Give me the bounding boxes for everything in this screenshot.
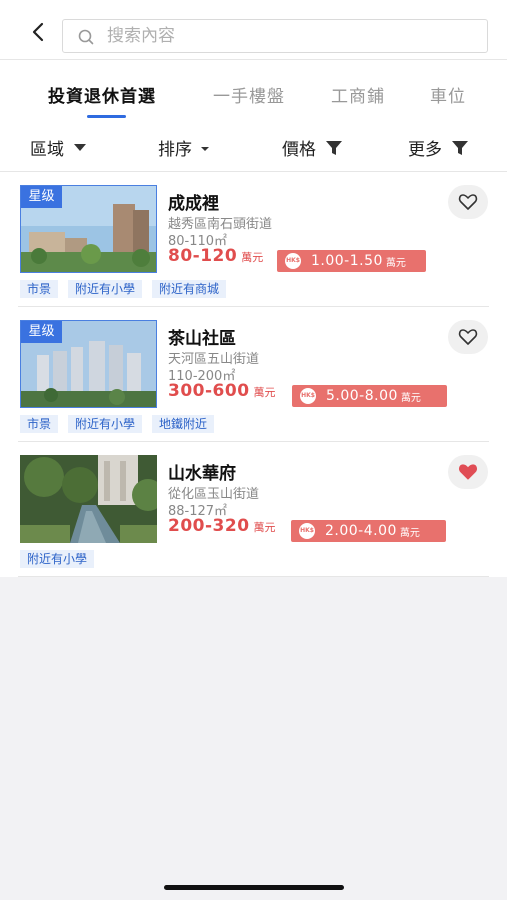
caret-down-icon xyxy=(74,144,86,151)
price-unit: 萬元 xyxy=(253,521,276,534)
property-photo: 星级 xyxy=(20,320,157,408)
header: 投資退休首選 一手樓盤 工商鋪 車位 區域 排序 價格 更多 xyxy=(0,0,507,172)
budget-badge: HK$ 5.00-8.00 萬元 xyxy=(292,385,447,407)
home-indicator xyxy=(164,885,344,890)
heart-filled-icon xyxy=(459,464,477,480)
filter-sort[interactable]: 排序 xyxy=(158,135,209,160)
favorite-button[interactable] xyxy=(448,320,488,354)
category-tabs: 投資退休首選 一手樓盤 工商鋪 車位 xyxy=(0,60,507,122)
budget-badge: HK$ 2.00-4.00 萬元 xyxy=(291,520,446,542)
budget-value: 1.00-1.50 xyxy=(311,253,383,269)
price-range: 300-600 萬元 xyxy=(168,381,276,401)
tag-list: 市景 附近有小學 地鐵附近 xyxy=(20,415,224,433)
filter-funnel-icon xyxy=(452,140,468,155)
price-range: 200-320 萬元 xyxy=(168,516,276,536)
favorite-button[interactable] xyxy=(448,455,488,489)
tag-list: 市景 附近有小學 附近有商城 xyxy=(20,280,236,298)
heart-outline-icon xyxy=(458,329,478,345)
filter-price[interactable]: 價格 xyxy=(282,135,342,160)
price-value: 80-120 xyxy=(168,246,238,266)
active-tab-indicator xyxy=(87,115,126,118)
hkd-icon: HK$ xyxy=(299,523,315,539)
tab-investment-retirement[interactable]: 投資退休首選 xyxy=(48,82,156,107)
budget-unit: 萬元 xyxy=(399,527,420,539)
caret-down-small-icon xyxy=(201,147,209,151)
favorite-button[interactable] xyxy=(448,185,488,219)
property-photo xyxy=(20,455,157,543)
tag: 市景 xyxy=(20,415,59,433)
tag: 市景 xyxy=(20,280,59,298)
property-name[interactable]: 成成裡 xyxy=(168,189,219,214)
filter-funnel-icon xyxy=(326,140,342,155)
tab-new-developments[interactable]: 一手樓盤 xyxy=(213,82,285,107)
tag: 附近有商城 xyxy=(152,280,227,298)
back-arrow-icon[interactable] xyxy=(28,22,48,42)
search-input[interactable] xyxy=(107,24,477,48)
budget-unit: 萬元 xyxy=(385,257,406,269)
price-value: 200-320 xyxy=(168,516,250,536)
budget-unit: 萬元 xyxy=(400,392,421,404)
tag: 附近有小學 xyxy=(68,415,143,433)
price-range: 80-120 萬元 xyxy=(168,246,263,266)
price-unit: 萬元 xyxy=(253,386,276,399)
tag-list: 附近有小學 xyxy=(20,550,104,568)
budget-value: 5.00-8.00 xyxy=(326,388,398,404)
budget-badge: HK$ 1.00-1.50 萬元 xyxy=(277,250,426,272)
property-name[interactable]: 茶山社區 xyxy=(168,324,236,349)
hkd-icon: HK$ xyxy=(285,253,301,269)
star-badge: 星级 xyxy=(21,186,62,208)
filter-region-label: 區域 xyxy=(30,140,64,160)
filter-region[interactable]: 區域 xyxy=(30,135,86,160)
price-unit: 萬元 xyxy=(241,251,264,264)
search-bar xyxy=(0,0,507,60)
filter-more-label: 更多 xyxy=(408,140,442,160)
property-photo: 星级 xyxy=(20,185,157,273)
price-value: 300-600 xyxy=(168,381,250,401)
listing-card[interactable]: 星级 成成裡 越秀區南石頭街道 80-110㎡ 80-120 萬元 HK$ 1.… xyxy=(0,172,507,307)
divider xyxy=(18,576,489,577)
star-badge: 星级 xyxy=(21,321,62,343)
tag: 地鐵附近 xyxy=(152,415,215,433)
listing-card[interactable]: 山水華府 從化區玉山街道 88-127㎡ 200-320 萬元 HK$ 2.00… xyxy=(0,442,507,577)
tag: 附近有小學 xyxy=(20,550,95,568)
search-box[interactable] xyxy=(62,19,488,53)
filter-price-label: 價格 xyxy=(282,140,316,160)
tab-parking[interactable]: 車位 xyxy=(430,82,466,107)
budget-value: 2.00-4.00 xyxy=(325,523,397,539)
filter-more[interactable]: 更多 xyxy=(408,135,468,160)
property-name[interactable]: 山水華府 xyxy=(168,459,236,484)
search-icon xyxy=(78,29,94,45)
tag: 附近有小學 xyxy=(68,280,143,298)
listing-card[interactable]: 星级 茶山社區 天河區五山街道 110-200㎡ 300-600 萬元 HK$ … xyxy=(0,307,507,442)
tab-commercial-shops[interactable]: 工商鋪 xyxy=(331,82,385,107)
filter-sort-label: 排序 xyxy=(158,140,192,160)
filter-bar: 區域 排序 價格 更多 xyxy=(0,122,507,172)
hkd-icon: HK$ xyxy=(300,388,316,404)
heart-outline-icon xyxy=(458,194,478,210)
